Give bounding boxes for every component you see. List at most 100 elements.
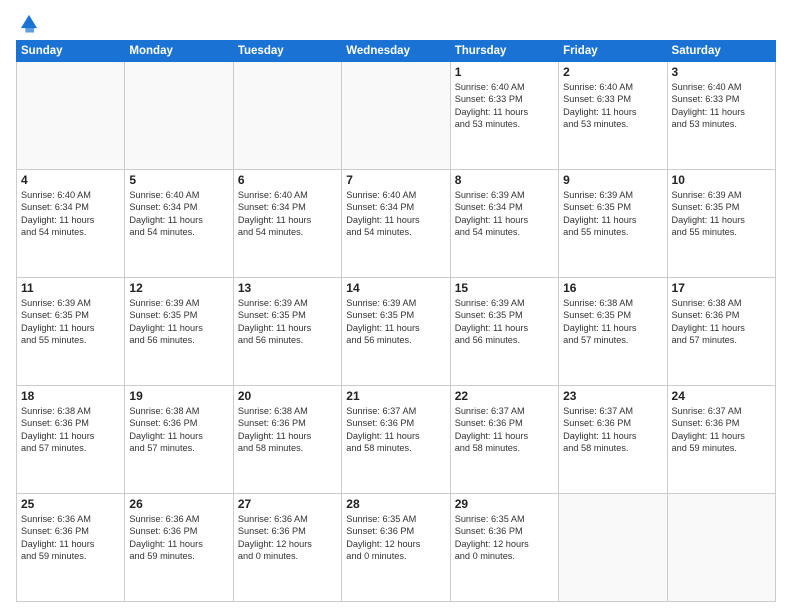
calendar-week-1: 1 Sunrise: 6:40 AMSunset: 6:33 PMDaylight… (17, 62, 776, 170)
calendar-cell: 26 Sunrise: 6:36 AMSunset: 6:36 PMDayligh… (125, 494, 233, 602)
day-number: 6 (238, 173, 337, 187)
day-info: Sunrise: 6:40 AMSunset: 6:33 PMDaylight:… (563, 81, 662, 131)
calendar-cell: 3 Sunrise: 6:40 AMSunset: 6:33 PMDaylight… (667, 62, 775, 170)
day-info: Sunrise: 6:40 AMSunset: 6:34 PMDaylight:… (346, 189, 445, 239)
day-number: 4 (21, 173, 120, 187)
calendar-cell (233, 62, 341, 170)
day-number: 5 (129, 173, 228, 187)
logo (16, 12, 40, 34)
day-number: 13 (238, 281, 337, 295)
day-number: 23 (563, 389, 662, 403)
weekday-header-tuesday: Tuesday (233, 41, 341, 62)
calendar-cell (342, 62, 450, 170)
calendar-cell (17, 62, 125, 170)
calendar-cell: 15 Sunrise: 6:39 AMSunset: 6:35 PMDayligh… (450, 278, 558, 386)
calendar-cell (667, 494, 775, 602)
calendar-week-3: 11 Sunrise: 6:39 AMSunset: 6:35 PMDayligh… (17, 278, 776, 386)
weekday-header-monday: Monday (125, 41, 233, 62)
day-number: 20 (238, 389, 337, 403)
day-info: Sunrise: 6:39 AMSunset: 6:34 PMDaylight:… (455, 189, 554, 239)
calendar-cell: 4Sunrise: 6:40 AMSunset: 6:34 PMDaylight… (17, 170, 125, 278)
day-number: 27 (238, 497, 337, 511)
logo-icon (18, 12, 40, 34)
day-info: Sunrise: 6:39 AMSunset: 6:35 PMDaylight:… (129, 297, 228, 347)
day-number: 18 (21, 389, 120, 403)
day-info: Sunrise: 6:40 AMSunset: 6:34 PMDaylight:… (238, 189, 337, 239)
weekday-header-friday: Friday (559, 41, 667, 62)
day-info: Sunrise: 6:39 AMSunset: 6:35 PMDaylight:… (346, 297, 445, 347)
day-number: 26 (129, 497, 228, 511)
day-info: Sunrise: 6:40 AMSunset: 6:33 PMDaylight:… (455, 81, 554, 131)
day-number: 16 (563, 281, 662, 295)
day-info: Sunrise: 6:36 AMSunset: 6:36 PMDaylight:… (129, 513, 228, 563)
calendar-cell: 27 Sunrise: 6:36 AMSunset: 6:36 PMDayligh… (233, 494, 341, 602)
day-number: 2 (563, 65, 662, 79)
day-number: 17 (672, 281, 771, 295)
calendar-cell: 2 Sunrise: 6:40 AMSunset: 6:33 PMDaylight… (559, 62, 667, 170)
day-info: Sunrise: 6:35 AMSunset: 6:36 PMDaylight:… (346, 513, 445, 563)
calendar-cell: 13 Sunrise: 6:39 AMSunset: 6:35 PMDayligh… (233, 278, 341, 386)
day-info: Sunrise: 6:40 AMSunset: 6:33 PMDaylight:… (672, 81, 771, 131)
calendar-cell: 29 Sunrise: 6:35 AMSunset: 6:36 PMDayligh… (450, 494, 558, 602)
day-number: 8 (455, 173, 554, 187)
calendar-week-2: 4 Sunrise: 6:40 AMSunset: 6:34 PMDaylight… (17, 170, 776, 278)
day-number: 14 (346, 281, 445, 295)
day-number: 11 (21, 281, 120, 295)
calendar-cell: 10 Sunrise: 6:39 AMSunset: 6:35 PMDayligh… (667, 170, 775, 278)
calendar-week-5: 25 Sunrise: 6:36 AMSunset: 6:36 PMDayligh… (17, 494, 776, 602)
calendar-cell: 18 Sunrise: 6:38 AMSunset: 6:36 PMDayligh… (17, 386, 125, 494)
day-info: Sunrise: 6:38 AMSunset: 6:36 PMDaylight:… (238, 405, 337, 455)
calendar-cell: 7 Sunrise: 6:40 AMSunset: 6:34 PMDaylight… (342, 170, 450, 278)
weekday-header-thursday: Thursday (450, 41, 558, 62)
day-info: Sunrise: 6:39 AMSunset: 6:35 PMDaylight:… (238, 297, 337, 347)
day-info: Sunrise: 6:38 AMSunset: 6:36 PMDaylight:… (672, 297, 771, 347)
weekday-header-sunday: Sunday (17, 41, 125, 62)
weekday-header-wednesday: Wednesday (342, 41, 450, 62)
day-number: 29 (455, 497, 554, 511)
calendar-cell: 14 Sunrise: 6:39 AMSunset: 6:35 PMDayligh… (342, 278, 450, 386)
day-info: Sunrise: 6:38 AMSunset: 6:36 PMDaylight:… (129, 405, 228, 455)
day-info: Sunrise: 6:38 AMSunset: 6:36 PMDaylight:… (21, 405, 120, 455)
calendar-cell: 8 Sunrise: 6:39 AMSunset: 6:34 PMDaylight… (450, 170, 558, 278)
day-number: 28 (346, 497, 445, 511)
calendar-cell: 17 Sunrise: 6:38 AMSunset: 6:36 PMDayligh… (667, 278, 775, 386)
day-number: 10 (672, 173, 771, 187)
weekday-header-row: SundayMondayTuesdayWednesdayThursdayFrid… (17, 41, 776, 62)
day-info: Sunrise: 6:40 AMSunset: 6:34 PMDaylight:… (129, 189, 228, 239)
day-info: Sunrise: 6:39 AMSunset: 6:35 PMDaylight:… (455, 297, 554, 347)
page-header (16, 12, 776, 34)
day-number: 22 (455, 389, 554, 403)
day-number: 25 (21, 497, 120, 511)
day-number: 9 (563, 173, 662, 187)
calendar-cell: 28 Sunrise: 6:35 AMSunset: 6:36 PMDayligh… (342, 494, 450, 602)
day-info: Sunrise: 6:39 AMSunset: 6:35 PMDaylight:… (563, 189, 662, 239)
day-info: Sunrise: 6:38 AMSunset: 6:35 PMDaylight:… (563, 297, 662, 347)
calendar-cell: 20 Sunrise: 6:38 AMSunset: 6:36 PMDayligh… (233, 386, 341, 494)
day-info: Sunrise: 6:36 AMSunset: 6:36 PMDaylight:… (238, 513, 337, 563)
day-info: Sunrise: 6:37 AMSunset: 6:36 PMDaylight:… (672, 405, 771, 455)
calendar-table: SundayMondayTuesdayWednesdayThursdayFrid… (16, 40, 776, 602)
day-number: 15 (455, 281, 554, 295)
day-info: Sunrise: 6:35 AMSunset: 6:36 PMDaylight:… (455, 513, 554, 563)
day-number: 3 (672, 65, 771, 79)
day-info: Sunrise: 6:39 AMSunset: 6:35 PMDaylight:… (672, 189, 771, 239)
calendar-cell (125, 62, 233, 170)
calendar-cell: 23 Sunrise: 6:37 AMSunset: 6:36 PMDayligh… (559, 386, 667, 494)
day-info: Sunrise: 6:37 AMSunset: 6:36 PMDaylight:… (563, 405, 662, 455)
calendar-week-4: 18 Sunrise: 6:38 AMSunset: 6:36 PMDayligh… (17, 386, 776, 494)
day-number: 7 (346, 173, 445, 187)
day-number: 21 (346, 389, 445, 403)
calendar-cell: 6 Sunrise: 6:40 AMSunset: 6:34 PMDaylight… (233, 170, 341, 278)
day-number: 19 (129, 389, 228, 403)
day-number: 1 (455, 65, 554, 79)
calendar-cell: 11 Sunrise: 6:39 AMSunset: 6:35 PMDayligh… (17, 278, 125, 386)
day-info: Sunrise: 6:37 AMSunset: 6:36 PMDaylight:… (455, 405, 554, 455)
calendar-cell: 1 Sunrise: 6:40 AMSunset: 6:33 PMDaylight… (450, 62, 558, 170)
calendar-cell: 19 Sunrise: 6:38 AMSunset: 6:36 PMDayligh… (125, 386, 233, 494)
calendar-cell: 24 Sunrise: 6:37 AMSunset: 6:36 PMDayligh… (667, 386, 775, 494)
weekday-header-saturday: Saturday (667, 41, 775, 62)
day-number: 24 (672, 389, 771, 403)
day-number: 12 (129, 281, 228, 295)
day-info: Sunrise: 6:37 AMSunset: 6:36 PMDaylight:… (346, 405, 445, 455)
day-info: Sunrise: 6:39 AMSunset: 6:35 PMDaylight:… (21, 297, 120, 347)
